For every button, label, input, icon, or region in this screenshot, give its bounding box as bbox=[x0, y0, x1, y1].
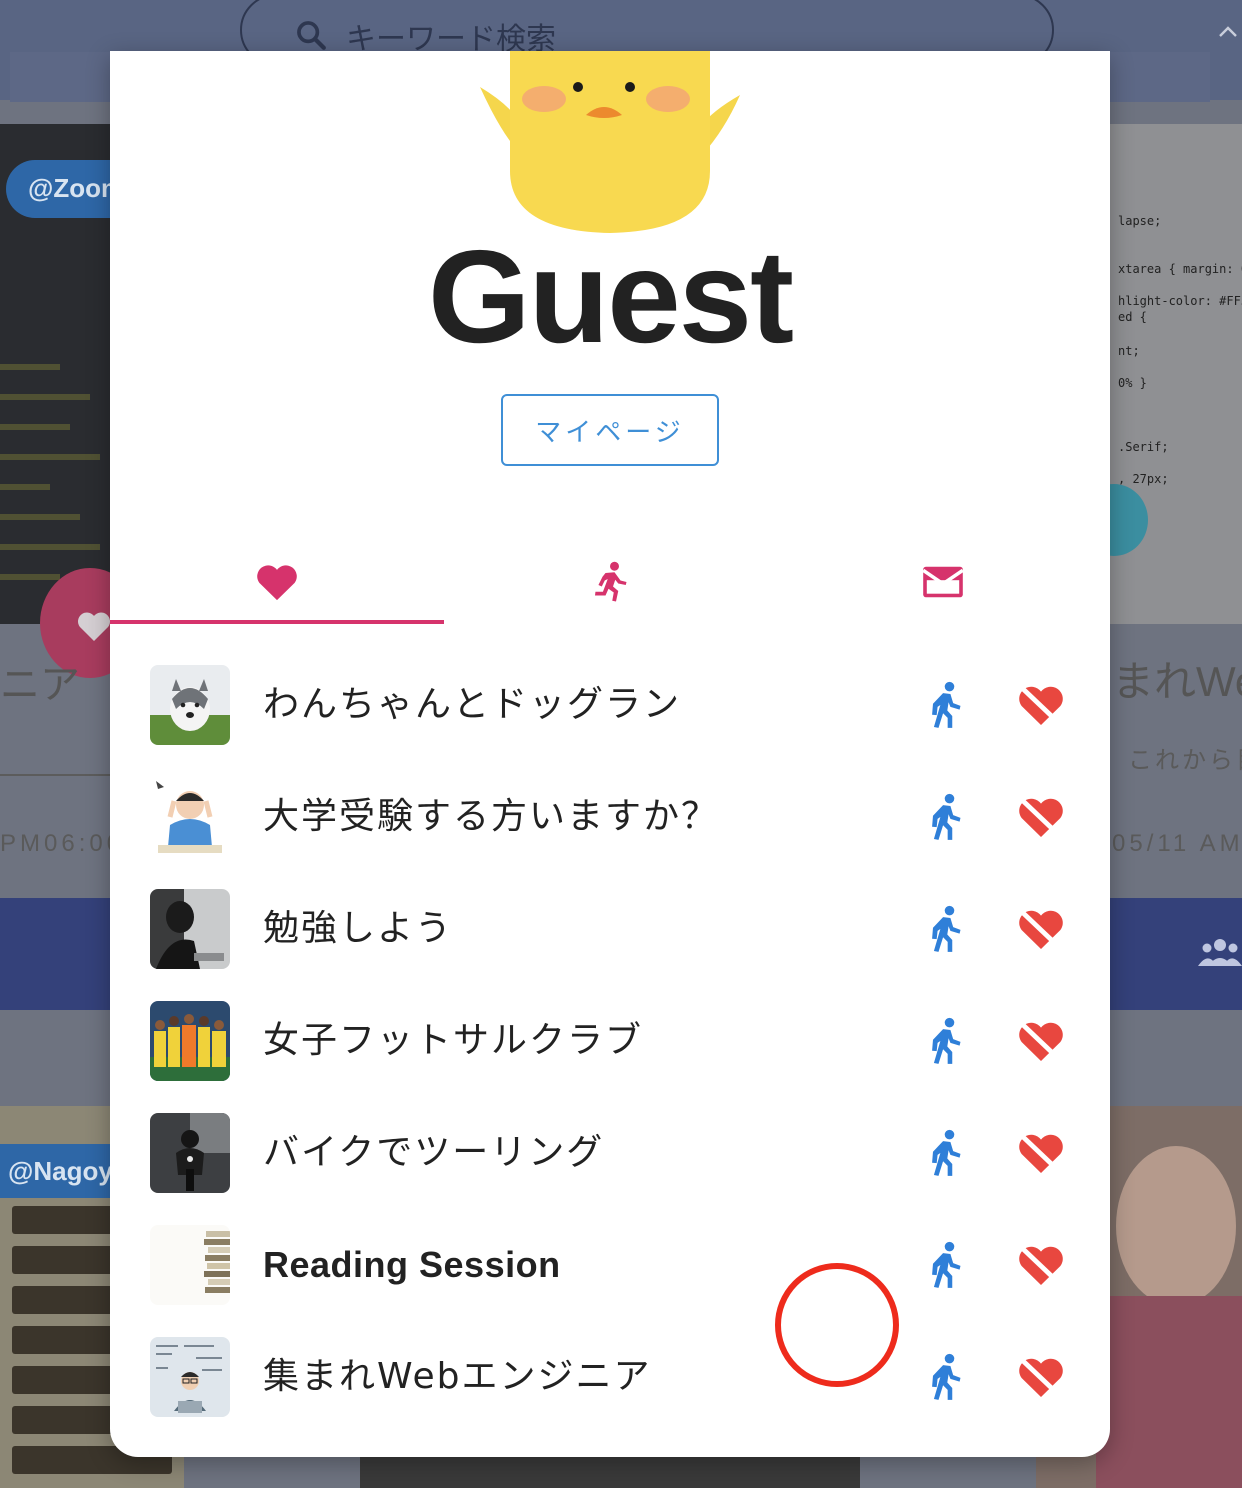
group-title[interactable]: 女子フットサルクラブ bbox=[263, 1013, 643, 1069]
bg-event-date-right: 05/11 AM bbox=[1112, 830, 1242, 857]
web-engineer-thumbnail bbox=[150, 1337, 230, 1417]
unlike-icon[interactable] bbox=[1017, 1355, 1065, 1399]
chevron-up-icon[interactable] bbox=[1216, 20, 1240, 44]
walking-icon[interactable] bbox=[922, 1353, 966, 1401]
book-stack-thumbnail bbox=[150, 1225, 230, 1305]
stressed-student-thumbnail bbox=[150, 777, 230, 857]
running-icon bbox=[595, 561, 627, 602]
group-title[interactable]: バイクでツーリング bbox=[263, 1125, 604, 1181]
bg-code-line: lapse; bbox=[1118, 214, 1162, 228]
bg-location-tag-2: @Nagoy bbox=[0, 1144, 110, 1198]
list-item[interactable]: 集まれWebエンジニア bbox=[110, 1325, 1110, 1437]
bg-event-time-left: PM06:00 bbox=[0, 830, 125, 857]
walking-icon[interactable] bbox=[922, 905, 966, 953]
mypage-button[interactable]: マイページ bbox=[501, 394, 719, 466]
group-title[interactable]: 勉強しよう bbox=[263, 901, 453, 957]
list-item[interactable]: Reading Session bbox=[110, 1213, 1110, 1325]
unlike-icon[interactable] bbox=[1017, 1243, 1065, 1287]
bg-code-line: ed { bbox=[1118, 310, 1147, 324]
list-item[interactable]: 勉強しよう bbox=[110, 877, 1110, 989]
bg-code-line: , 27px; bbox=[1118, 472, 1169, 486]
bg-code-line: nt; bbox=[1118, 344, 1140, 358]
walking-icon[interactable] bbox=[922, 681, 966, 729]
bg-code-line: .Serif; bbox=[1118, 440, 1169, 454]
list-item[interactable]: バイクでツーリング bbox=[110, 1101, 1110, 1213]
search-icon bbox=[297, 21, 326, 50]
unlike-icon[interactable] bbox=[1017, 1131, 1065, 1175]
group-title[interactable]: Reading Session bbox=[263, 1237, 561, 1293]
profile-modal: Guest マイページ わんちゃんとドッグラン 大学受験する方いますか？ 勉強し… bbox=[110, 51, 1110, 1457]
unlike-icon[interactable] bbox=[1017, 683, 1065, 727]
bg-code-line: xtarea { margin: 0 bbox=[1118, 262, 1242, 276]
soccer-team-huddle-thumbnail bbox=[150, 1001, 230, 1081]
profile-name: Guest bbox=[427, 223, 794, 370]
tab-bar bbox=[110, 539, 1110, 625]
bg-event-title-right: まれWe bbox=[1112, 658, 1242, 705]
list-item[interactable]: わんちゃんとドッグラン bbox=[110, 653, 1110, 765]
unlike-icon[interactable] bbox=[1017, 907, 1065, 951]
walking-icon[interactable] bbox=[922, 1241, 966, 1289]
tab-favorites[interactable] bbox=[110, 539, 444, 625]
unlike-icon[interactable] bbox=[1017, 1019, 1065, 1063]
bg-event-subtitle-right: これから目 bbox=[1128, 747, 1242, 774]
list-item[interactable]: 女子フットサルクラブ bbox=[110, 989, 1110, 1101]
tab-messages[interactable] bbox=[776, 539, 1110, 625]
husky-puppy-thumbnail bbox=[150, 665, 230, 745]
highlight-circle bbox=[775, 1263, 899, 1387]
list-item[interactable]: 大学受験する方いますか？ bbox=[110, 765, 1110, 877]
group-icon bbox=[1198, 939, 1242, 966]
group-title[interactable]: わんちゃんとドッグラン bbox=[263, 677, 681, 733]
bg-code-line: hlight-color: #FF5E bbox=[1118, 294, 1242, 308]
unlike-icon[interactable] bbox=[1017, 795, 1065, 839]
active-tab-indicator bbox=[110, 620, 444, 624]
person-at-laptop-thumbnail bbox=[150, 889, 230, 969]
heart-icon bbox=[257, 565, 297, 601]
walking-icon[interactable] bbox=[922, 1017, 966, 1065]
walking-icon[interactable] bbox=[922, 1129, 966, 1177]
heart-icon bbox=[77, 612, 111, 641]
tab-joined[interactable] bbox=[443, 539, 777, 625]
group-title[interactable]: 集まれWebエンジニア bbox=[263, 1349, 652, 1405]
bg-location-tag: @Zoom bbox=[6, 160, 110, 218]
bg-event-title-left: ニア bbox=[0, 663, 80, 707]
bg-event-image-dark bbox=[360, 1456, 860, 1488]
chick-avatar bbox=[480, 51, 740, 233]
motorcycle-rider-thumbnail bbox=[150, 1113, 230, 1193]
walking-icon[interactable] bbox=[922, 793, 966, 841]
bg-code-line: 0% } bbox=[1118, 376, 1147, 390]
bg-divider bbox=[0, 774, 110, 776]
mail-icon bbox=[922, 566, 964, 598]
group-title[interactable]: 大学受験する方いますか？ bbox=[263, 789, 719, 845]
